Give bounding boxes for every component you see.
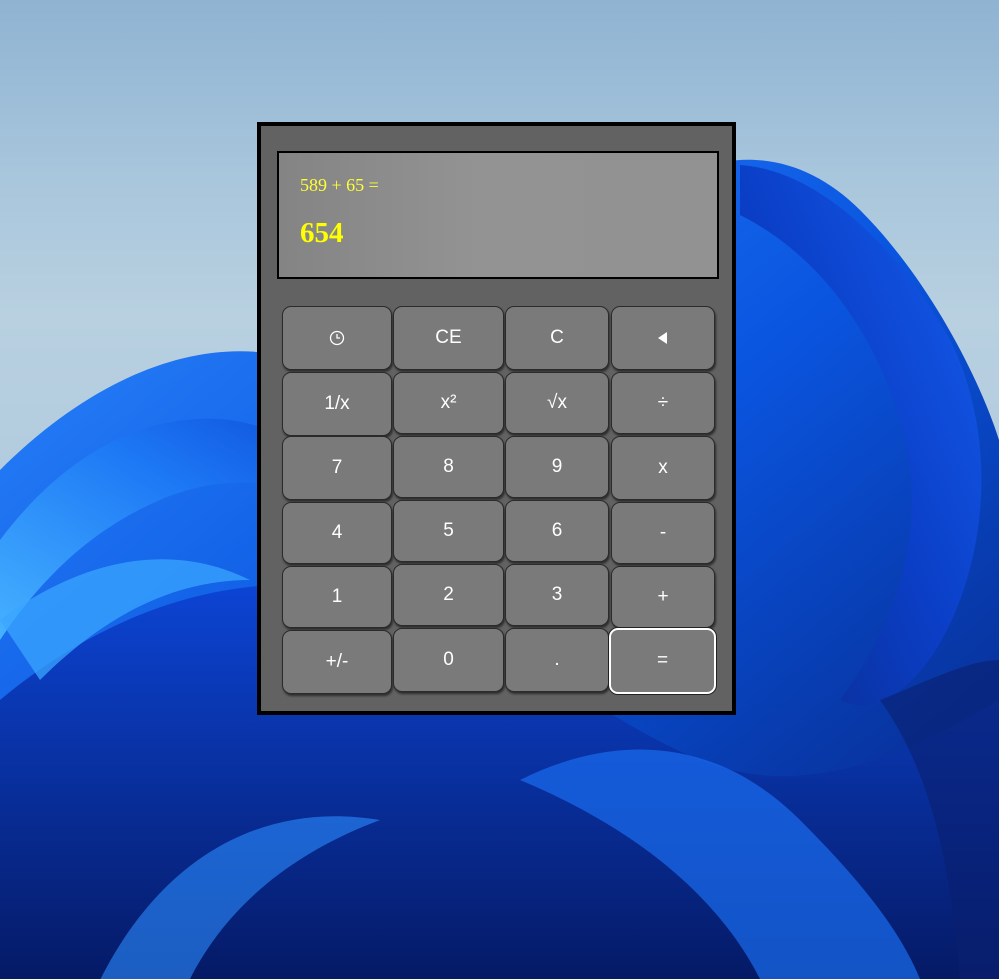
- digit-5-button[interactable]: 5: [393, 500, 504, 562]
- digit-8-button[interactable]: 8: [393, 436, 504, 498]
- reciprocal-button[interactable]: 1/x: [282, 372, 392, 436]
- decimal-button[interactable]: .: [505, 628, 609, 692]
- square-button[interactable]: x²: [393, 372, 504, 434]
- equals-button[interactable]: =: [609, 628, 716, 694]
- add-button[interactable]: +: [611, 566, 715, 628]
- digit-0-button[interactable]: 0: [393, 628, 504, 692]
- result-text: 654: [300, 217, 344, 249]
- subtract-button[interactable]: -: [611, 502, 715, 564]
- negate-button[interactable]: +/-: [282, 630, 392, 694]
- divide-button[interactable]: ÷: [611, 372, 715, 434]
- digit-1-button[interactable]: 1: [282, 566, 392, 628]
- square-root-button[interactable]: √x: [505, 372, 609, 434]
- backspace-triangle-icon: [658, 332, 668, 344]
- digit-4-button[interactable]: 4: [282, 502, 392, 564]
- digit-7-button[interactable]: 7: [282, 436, 392, 500]
- multiply-button[interactable]: x: [611, 436, 715, 500]
- digit-6-button[interactable]: 6: [505, 500, 609, 562]
- clear-entry-button[interactable]: CE: [393, 306, 504, 370]
- calculator-display: 589 + 65 = 654: [277, 151, 719, 279]
- history-clock-icon: [329, 330, 345, 346]
- calculator-window: 589 + 65 = 654 CE C 1/x x² √x ÷ 7 8 9 x …: [257, 122, 736, 715]
- digit-3-button[interactable]: 3: [505, 564, 609, 626]
- expression-text: 589 + 65 =: [300, 175, 379, 195]
- clear-button[interactable]: C: [505, 306, 609, 370]
- backspace-button[interactable]: [611, 306, 715, 370]
- digit-2-button[interactable]: 2: [393, 564, 504, 626]
- history-button[interactable]: [282, 306, 392, 370]
- digit-9-button[interactable]: 9: [505, 436, 609, 498]
